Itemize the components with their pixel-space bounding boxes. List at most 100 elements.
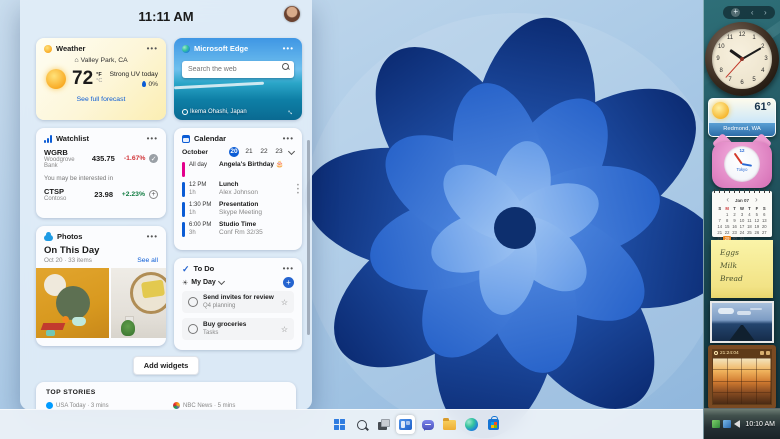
news-feed-card: TOP STORIES USA Today · 3 mins One of th…	[36, 382, 296, 410]
tray-clock[interactable]: 10:10 AM	[745, 421, 775, 428]
more-options-icon[interactable]	[147, 46, 158, 52]
photo-thumbnail[interactable]	[36, 268, 109, 338]
event-color-bar	[182, 202, 185, 217]
weather-gadget[interactable]: 61° Redmond, WA	[708, 98, 776, 137]
todo-widget[interactable]: To Do My Day + Send invites for review	[174, 258, 302, 350]
add-widgets-button[interactable]: Add widgets	[132, 356, 200, 375]
calendar-event[interactable]: 12 PM 1h Lunch Alex Johnson	[174, 179, 302, 199]
see-all-link[interactable]: See all	[137, 257, 158, 264]
date-pill[interactable]: 21	[244, 147, 254, 157]
see-full-forecast-link[interactable]: See full forecast	[36, 96, 166, 103]
task-list-name: Tasks	[203, 330, 219, 336]
photo-thumbnail[interactable]	[110, 268, 166, 338]
minute-hand	[733, 152, 743, 165]
calendar-event[interactable]: 6:00 PM 3h Studio Time Conf Rm 32/35	[174, 219, 302, 239]
more-options-icon[interactable]	[283, 46, 294, 52]
widgets-icon	[399, 419, 412, 430]
calendar-event[interactable]: All day Angela's Birthday 🎂	[174, 159, 302, 179]
weather-widget[interactable]: Weather Valley Park, CA 72 °F °C	[36, 38, 166, 120]
task-checkbox[interactable]	[188, 297, 198, 307]
puzzle-timer: 21:24:04	[720, 350, 739, 356]
stock-change: -1.67%	[123, 155, 146, 162]
clock-numeral: 6	[740, 80, 744, 86]
nbc-news-favicon	[173, 402, 180, 409]
task-view-button[interactable]	[374, 415, 393, 434]
chevron-down-icon[interactable]	[287, 147, 296, 155]
store-button[interactable]	[484, 415, 503, 434]
slideshow-gadget[interactable]	[710, 301, 774, 343]
sun-icon	[712, 102, 729, 119]
volume-tray-icon[interactable]	[734, 420, 741, 428]
widgets-button-active[interactable]	[396, 415, 415, 434]
chevron-down-icon[interactable]	[217, 277, 225, 286]
calendar-widget[interactable]: Calendar October 20 21 22 23	[174, 128, 302, 250]
file-explorer-button[interactable]	[440, 415, 459, 434]
calendar-event[interactable]: 1:30 PM 1h Presentation Skype Meeting	[174, 199, 302, 219]
stock-company: Contoso	[44, 196, 67, 202]
network-tray-icon[interactable]	[723, 420, 732, 428]
previous-page-arrow[interactable]: ‹	[751, 8, 754, 18]
weather-title: Weather	[56, 44, 86, 53]
stock-row[interactable]: CTSP Contoso 23.98 +2.23% +	[36, 184, 166, 204]
edge-widget[interactable]: Microsoft Edge Ikema Ohashi, Japan	[174, 38, 302, 120]
puzzle-toolbar: 21:24:04	[712, 349, 772, 357]
calendar-title: Calendar	[194, 134, 227, 143]
date-pill[interactable]: 23	[274, 147, 284, 157]
photos-heading: On This Day	[44, 245, 100, 256]
my-day-label[interactable]: My Day	[191, 279, 216, 286]
clock-numeral: 8	[719, 68, 723, 74]
cat-clock-gadget[interactable]: 12 Tokyo	[711, 132, 773, 188]
date-pill[interactable]: 22	[259, 147, 269, 157]
photo-caption: Ikema Ohashi, Japan	[182, 109, 247, 115]
sticky-note-gadget[interactable]: Eggs Milk Bread	[711, 240, 773, 298]
photos-widget[interactable]: Photos On This Day Oct 20 · 33 items See…	[36, 226, 166, 346]
next-page-arrow[interactable]: ›	[764, 8, 767, 18]
add-stock-button[interactable]: +	[149, 190, 158, 199]
event-title: Presentation	[219, 201, 259, 208]
watchlist-suggestion-label: You may be interested in	[44, 175, 114, 182]
analog-clock-gadget[interactable]: 1 2 3 4 5 6 7 8 9 10 11 12	[705, 22, 779, 96]
picture-puzzle-gadget[interactable]: 21:24:04	[708, 345, 776, 409]
temp-unit-toggle[interactable]: °F °C	[96, 72, 102, 84]
security-tray-icon[interactable]	[712, 420, 721, 428]
expand-icon[interactable]	[285, 105, 297, 117]
add-gadget-button[interactable]: +	[731, 8, 741, 17]
task-row[interactable]: Send invites for review Q4 planning	[182, 291, 294, 313]
more-options-icon[interactable]	[147, 234, 158, 240]
date-pill-selected[interactable]: 20	[229, 147, 239, 157]
next-month-arrow[interactable]: ›	[755, 195, 758, 205]
edge-button[interactable]	[462, 415, 481, 434]
panel-scrollbar[interactable]	[307, 140, 310, 335]
event-duration: 1h	[189, 210, 196, 216]
add-task-button[interactable]: +	[283, 277, 294, 288]
more-options-icon[interactable]	[147, 136, 158, 142]
watchlist-widget[interactable]: Watchlist WGRB Woodgrove Bank 435.75 -1.…	[36, 128, 166, 218]
stock-added-button[interactable]: ✓	[149, 154, 159, 163]
chat-button[interactable]	[418, 415, 437, 434]
previous-month-arrow[interactable]: ‹	[726, 195, 729, 205]
photos-title: Photos	[57, 232, 83, 241]
search-input[interactable]	[182, 61, 294, 78]
more-options-icon[interactable]	[283, 266, 294, 272]
stock-change: +2.23%	[121, 191, 145, 198]
unit-celsius[interactable]: °C	[96, 78, 102, 84]
start-button[interactable]	[330, 415, 349, 434]
search-button[interactable]	[352, 415, 371, 434]
star-icon[interactable]	[281, 298, 288, 307]
puzzle-shuffle-button[interactable]	[766, 351, 770, 355]
clock-numeral: 10	[717, 44, 725, 50]
note-line: Bread	[720, 274, 743, 283]
calendar-month: October	[182, 148, 209, 156]
puzzle-tiles[interactable]	[713, 358, 771, 404]
task-row[interactable]: Buy groceries Tasks	[182, 318, 294, 340]
puzzle-hint-button[interactable]	[760, 351, 764, 355]
calendar-gadget[interactable]: ‹ Jan 07 › S M T W T F S 1 2 3 4 5 6 7 8 9 10 11 12 13 14 15 1…	[712, 189, 772, 242]
avatar[interactable]	[284, 6, 300, 22]
usa-today-favicon	[46, 402, 53, 409]
cloud-icon	[44, 231, 53, 241]
more-options-icon[interactable]	[283, 136, 294, 142]
stock-row[interactable]: WGRB Woodgrove Bank 435.75 -1.67% ✓	[36, 145, 166, 171]
task-checkbox[interactable]	[188, 324, 198, 334]
scroll-indicator[interactable]	[297, 184, 299, 196]
star-icon[interactable]	[281, 325, 288, 334]
